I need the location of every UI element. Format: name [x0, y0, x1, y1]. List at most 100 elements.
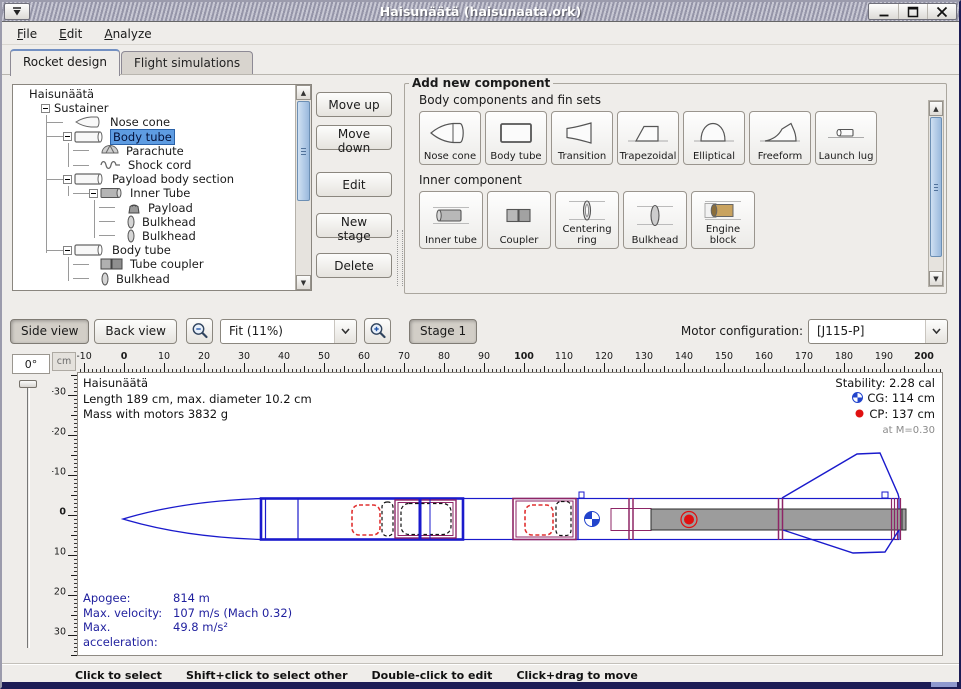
zoom-level-combo[interactable]: Fit (11%)	[220, 319, 357, 344]
tree-scrollbar[interactable]: ▲ ▼	[295, 85, 311, 290]
scroll-up-icon[interactable]: ▲	[929, 101, 943, 116]
component-tree: HaisunäätäSustainerNose coneBody tubePar…	[13, 87, 295, 290]
v-ruler-label: -20	[52, 427, 66, 438]
add-centering-ring-button[interactable]: Centering ring	[555, 191, 619, 249]
tree-item-payload[interactable]: Payload	[13, 201, 295, 215]
menu-edit[interactable]: Edit	[50, 25, 91, 43]
tree-item-shock-cord[interactable]: Shock cord	[13, 158, 295, 172]
close-button[interactable]	[927, 4, 956, 19]
add-trapezoidal-button[interactable]: Trapezoidal	[617, 111, 679, 165]
vertical-splitter-handle[interactable]	[397, 230, 403, 286]
h-ruler-label: 50	[318, 351, 330, 362]
add-bulkhead-button[interactable]: Bulkhead	[623, 191, 687, 249]
v-ruler-label: -10	[52, 467, 66, 478]
tree-item-label: Payload	[146, 201, 195, 215]
move-down-button[interactable]: Move down	[316, 125, 392, 150]
minimize-button[interactable]	[869, 4, 898, 19]
tree-expander-icon[interactable]	[63, 246, 74, 255]
nosecone-icon	[74, 116, 104, 128]
chevron-down-icon	[925, 320, 947, 343]
scroll-down-icon[interactable]: ▼	[296, 275, 311, 290]
component-scrollbar-thumb[interactable]	[930, 117, 942, 257]
tree-item-body-tube[interactable]: Body tube	[13, 130, 295, 144]
tab-rocket-design[interactable]: Rocket design	[10, 49, 120, 76]
component-panel-scrollbar[interactable]: ▲ ▼	[928, 100, 944, 287]
resize-grip[interactable]	[931, 682, 957, 687]
scroll-down-icon[interactable]: ▼	[929, 271, 943, 286]
tree-connector-stub	[47, 250, 63, 251]
new-stage-button[interactable]: New stage	[316, 213, 392, 238]
add-component-panel: Add new component Body components and fi…	[404, 76, 947, 294]
cg-icon	[852, 392, 863, 407]
coupler-icon	[497, 194, 541, 236]
add-freeform-button[interactable]: Freeform	[749, 111, 811, 165]
bulkhead-icon	[633, 194, 677, 236]
minimize-icon	[878, 6, 890, 18]
add-transition-button[interactable]: Transition	[551, 111, 613, 165]
rocket-info-block: Haisunäätä Length 189 cm, max. diameter …	[83, 376, 312, 423]
add-elliptical-button[interactable]: Elliptical	[683, 111, 745, 165]
edit-button[interactable]: Edit	[316, 172, 392, 197]
tree-expander-icon[interactable]	[63, 175, 74, 184]
tree-item-label: Bulkhead	[114, 272, 172, 286]
tree-item-inner-tube[interactable]: Inner Tube	[13, 186, 295, 200]
stage-1-button[interactable]: Stage 1	[409, 319, 477, 344]
tree-connector-stub	[99, 221, 115, 222]
rocket-canvas[interactable]: Haisunäätä Length 189 cm, max. diameter …	[77, 372, 943, 656]
tree-item-haisun-t[interactable]: Haisunäätä	[13, 87, 295, 101]
vertical-ruler-ticks	[67, 372, 77, 656]
horizontal-ruler-ticks	[77, 362, 943, 372]
add-body-tube-button[interactable]: Body tube	[485, 111, 547, 165]
maximize-button[interactable]	[898, 4, 927, 19]
motor-configuration-value: [J115-P]	[809, 324, 925, 338]
magnifier-plus-icon	[368, 321, 388, 341]
rotation-slider-track[interactable]	[27, 384, 30, 648]
tree-item-parachute[interactable]: Parachute	[13, 144, 295, 158]
tree-expander-icon[interactable]	[41, 104, 52, 113]
tree-item-nose-cone[interactable]: Nose cone	[13, 115, 295, 129]
add-inner-tube-button[interactable]: Inner tube	[419, 191, 483, 249]
tree-scrollbar-thumb[interactable]	[297, 101, 310, 201]
tab-flight-simulations[interactable]: Flight simulations	[121, 51, 253, 75]
tree-expander-icon[interactable]	[63, 132, 74, 141]
stat-label: Apogee:	[83, 591, 171, 606]
tube-icon	[74, 244, 106, 256]
tree-connector-stub	[73, 165, 89, 166]
tree-item-sustainer[interactable]: Sustainer	[13, 101, 295, 115]
tree-item-label: Shock cord	[126, 158, 193, 172]
bulkhead-icon	[100, 272, 110, 286]
tree-connector-stub	[99, 207, 115, 208]
add-engine-block-button[interactable]: Engine block	[691, 191, 755, 249]
cp-line: CP: 137 cm	[869, 407, 935, 421]
tree-item-bulkhead[interactable]: Bulkhead	[13, 271, 295, 285]
tree-item-payload-body-section[interactable]: Payload body section	[13, 172, 295, 186]
tree-item-tube-coupler[interactable]: Tube coupler	[13, 257, 295, 271]
status-hint: Click to select	[75, 669, 162, 682]
add-coupler-button[interactable]: Coupler	[487, 191, 551, 249]
tree-connector-stub	[73, 278, 89, 279]
delete-button[interactable]: Delete	[316, 253, 392, 278]
menu-file[interactable]: File	[8, 25, 46, 43]
tree-item-body-tube[interactable]: Body tube	[13, 243, 295, 257]
tree-connector-line	[68, 257, 69, 281]
move-up-button[interactable]: Move up	[316, 92, 392, 117]
rotation-slider-thumb[interactable]	[19, 380, 37, 388]
title-bar[interactable]: Haisunäätä (haisunaata.ork)	[2, 2, 959, 22]
h-ruler-label: 150	[715, 351, 733, 362]
shockcord-icon	[100, 159, 122, 171]
rotation-angle-field[interactable]: 0°	[12, 354, 50, 374]
side-view-button[interactable]: Side view	[10, 319, 89, 344]
tree-item-bulkhead[interactable]: Bulkhead	[13, 229, 295, 243]
vertical-ruler: -30-20-100102030	[52, 372, 77, 656]
scroll-up-icon[interactable]: ▲	[296, 85, 311, 100]
add-nose-cone-button[interactable]: Nose cone	[419, 111, 481, 165]
tree-item-bulkhead[interactable]: Bulkhead	[13, 215, 295, 229]
h-ruler-label: 110	[555, 351, 573, 362]
zoom-in-button[interactable]	[364, 318, 391, 344]
motor-configuration-combo[interactable]: [J115-P]	[808, 319, 948, 344]
back-view-button[interactable]: Back view	[94, 319, 177, 344]
zoom-out-button[interactable]	[186, 318, 213, 344]
tree-expander-icon[interactable]	[89, 189, 100, 198]
menu-analyze[interactable]: Analyze	[95, 25, 160, 43]
add-launch-lug-button[interactable]: Launch lug	[815, 111, 877, 165]
